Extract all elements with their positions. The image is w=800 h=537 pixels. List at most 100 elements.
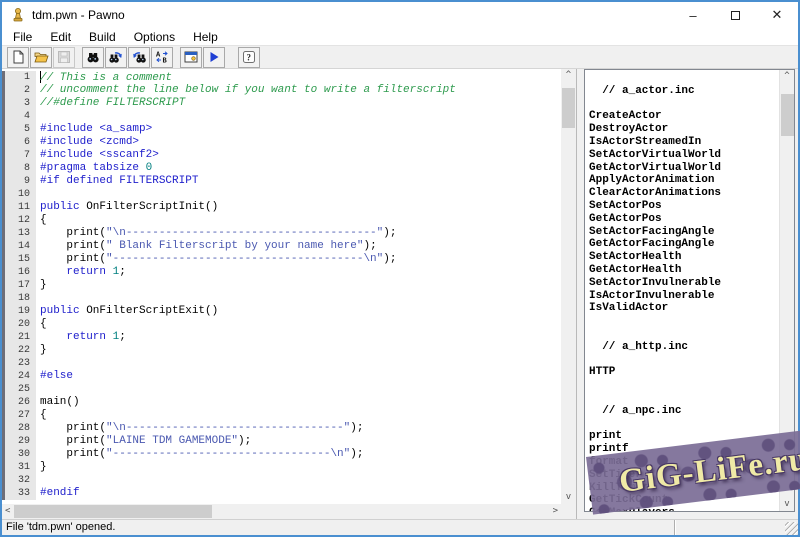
help-button[interactable]: ?	[238, 47, 260, 68]
code-line[interactable]: 29 print("LAINE TDM GAMEMODE");	[2, 435, 561, 448]
panel-item[interactable]: IsValidActor	[589, 302, 779, 315]
code-line[interactable]: 5#include <a_samp>	[2, 123, 561, 136]
scroll-down-icon[interactable]: v	[780, 500, 794, 509]
code-line[interactable]: 6#include <zcmd>	[2, 136, 561, 149]
code-scroll-area[interactable]: 1// This is a comment2// uncomment the l…	[2, 69, 561, 504]
panel-item[interactable]: GetActorFacingAngle	[589, 238, 779, 251]
panel-item[interactable]: printf	[589, 443, 779, 456]
panel-section-header[interactable]: // a_actor.inc	[589, 85, 779, 98]
panel-item[interactable]: GetMaxPlayers	[589, 507, 779, 511]
code-line[interactable]: 11public OnFilterScriptInit()	[2, 201, 561, 214]
panel-item[interactable]: SetActorVirtualWorld	[589, 149, 779, 162]
code-pane[interactable]: 1// This is a comment2// uncomment the l…	[2, 69, 561, 500]
editor-horizontal-scrollbar[interactable]: < >	[2, 504, 561, 519]
editor-hscroll-thumb[interactable]	[14, 505, 212, 518]
scroll-right-icon[interactable]: >	[553, 507, 558, 516]
scroll-up-icon[interactable]: ^	[561, 71, 576, 80]
menu-item-help[interactable]: Help	[184, 29, 227, 45]
scroll-down-icon[interactable]: v	[561, 493, 576, 502]
code-editor[interactable]: 1// This is a comment2// uncomment the l…	[2, 69, 577, 519]
new-file-button[interactable]	[7, 47, 29, 68]
code-line[interactable]: 4	[2, 110, 561, 123]
code-line[interactable]: 19public OnFilterScriptExit()	[2, 305, 561, 318]
editor-vertical-scrollbar[interactable]: ^ v	[561, 69, 576, 504]
save-file-button[interactable]	[53, 47, 75, 68]
menu-item-file[interactable]: File	[4, 29, 41, 45]
code-line[interactable]: 23	[2, 357, 561, 370]
function-list[interactable]: // a_actor.inc CreateActorDestroyActorIs…	[585, 70, 779, 511]
resize-grip[interactable]	[785, 522, 798, 535]
scroll-left-icon[interactable]: <	[5, 507, 10, 516]
panel-item[interactable]: GetActorHealth	[589, 264, 779, 277]
minimize-button[interactable]: –	[672, 2, 714, 28]
scroll-up-icon[interactable]: ^	[780, 72, 794, 81]
menu-item-options[interactable]: Options	[125, 29, 184, 45]
panel-vscroll-thumb[interactable]	[781, 94, 794, 136]
panel-item[interactable]: SetActorHealth	[589, 251, 779, 264]
code-line[interactable]: 13 print("\n----------------------------…	[2, 227, 561, 240]
code-line[interactable]: 8#pragma tabsize 0	[2, 162, 561, 175]
compile-run-button[interactable]	[203, 47, 225, 68]
code-line[interactable]: 9#if defined FILTERSCRIPT	[2, 175, 561, 188]
panel-item[interactable]: SetActorPos	[589, 200, 779, 213]
panel-item[interactable]: CreateActor	[589, 110, 779, 123]
code-line[interactable]: 21 return 1;	[2, 331, 561, 344]
find-button[interactable]	[82, 47, 104, 68]
menu-item-build[interactable]: Build	[80, 29, 125, 45]
code-line[interactable]: 24#else	[2, 370, 561, 383]
close-button[interactable]: ✕	[756, 2, 798, 28]
maximize-button[interactable]	[714, 2, 756, 28]
line-number: 23	[5, 357, 36, 370]
panel-item[interactable]: DestroyActor	[589, 123, 779, 136]
panel-item[interactable]: ClearActorAnimations	[589, 187, 779, 200]
code-line[interactable]: 2// uncomment the line below if you want…	[2, 84, 561, 97]
code-line[interactable]: 15 print("------------------------------…	[2, 253, 561, 266]
code-line[interactable]: 10	[2, 188, 561, 201]
panel-item[interactable]: SetActorInvulnerable	[589, 277, 779, 290]
panel-item[interactable]: IsActorInvulnerable	[589, 290, 779, 303]
code-line[interactable]: 14 print(" Blank Filterscript by your na…	[2, 240, 561, 253]
panel-item[interactable]: IsActorStreamedIn	[589, 136, 779, 149]
panel-item[interactable]: GetTickCount	[589, 494, 779, 507]
line-number: 25	[5, 383, 36, 396]
panel-vertical-scrollbar[interactable]: ^ v	[779, 70, 794, 511]
code-line[interactable]: 27{	[2, 409, 561, 422]
panel-item[interactable]: KillTimer	[589, 482, 779, 495]
panel-item[interactable]: SetActorFacingAngle	[589, 226, 779, 239]
pane-splitter[interactable]	[577, 69, 584, 519]
code-line[interactable]: 28 print("\n----------------------------…	[2, 422, 561, 435]
status-section-right	[675, 520, 798, 535]
code-line[interactable]: 7#include <sscanf2>	[2, 149, 561, 162]
code-line[interactable]: 30 print("------------------------------…	[2, 448, 561, 461]
panel-section-header[interactable]: // a_http.inc	[589, 341, 779, 354]
replace-icon: A B	[154, 49, 170, 65]
open-file-button[interactable]	[30, 47, 52, 68]
panel-item[interactable]: SetTimer	[589, 469, 779, 482]
code-line[interactable]: 16 return 1;	[2, 266, 561, 279]
replace-button[interactable]: A B	[151, 47, 173, 68]
panel-item[interactable]: GetActorVirtualWorld	[589, 162, 779, 175]
code-line[interactable]: 22}	[2, 344, 561, 357]
window-options-button[interactable]	[180, 47, 202, 68]
find-next-button[interactable]	[105, 47, 127, 68]
code-line[interactable]: 20{	[2, 318, 561, 331]
panel-item[interactable]: format	[589, 456, 779, 469]
editor-vscroll-thumb[interactable]	[562, 88, 575, 128]
panel-item[interactable]: GetActorPos	[589, 213, 779, 226]
code-line[interactable]: 26main()	[2, 396, 561, 409]
code-line[interactable]: 12{	[2, 214, 561, 227]
panel-section-header[interactable]: // a_npc.inc	[589, 405, 779, 418]
panel-item[interactable]: ApplyActorAnimation	[589, 174, 779, 187]
menu-item-edit[interactable]: Edit	[41, 29, 80, 45]
code-line[interactable]: 17}	[2, 279, 561, 292]
code-line[interactable]: 31}	[2, 461, 561, 474]
code-line[interactable]: 32	[2, 474, 561, 487]
code-line[interactable]: 1// This is a comment	[2, 71, 561, 84]
code-line[interactable]: 25	[2, 383, 561, 396]
code-line[interactable]: 33#endif	[2, 487, 561, 500]
code-line[interactable]: 18	[2, 292, 561, 305]
find-prev-button[interactable]	[128, 47, 150, 68]
panel-item[interactable]: print	[589, 430, 779, 443]
panel-item[interactable]: HTTP	[589, 366, 779, 379]
code-line[interactable]: 3//#define FILTERSCRIPT	[2, 97, 561, 110]
